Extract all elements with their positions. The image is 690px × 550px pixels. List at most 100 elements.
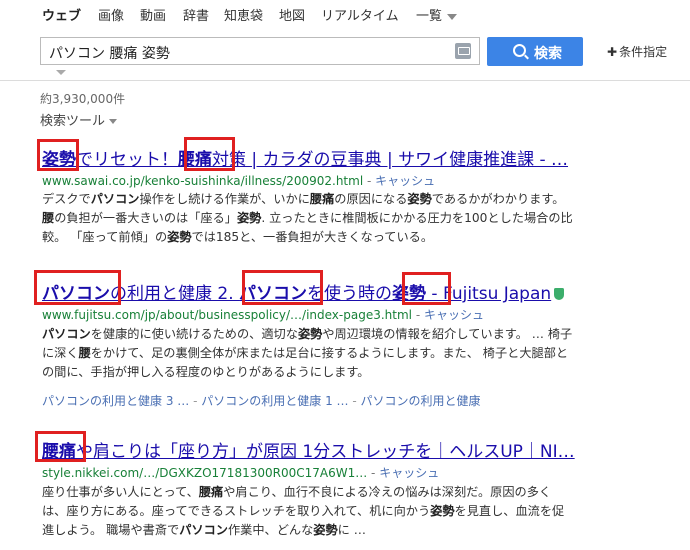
snippet-line: 較。 「座って前傾」の姿勢では185と、一番負担が大きくなっている。 [42,228,622,247]
sublink[interactable]: パソコンの利用と健康 [361,394,481,408]
sublink[interactable]: パソコンの利用と健康 1 … [201,394,348,408]
snippet-text: では185と、一番負担が大きくなっている。 [191,230,434,244]
snippet-text: の間に、手指が押し入る程度のゆとりがあるようにします。 [42,365,370,379]
snippet-text: を見直し、血流を促 [454,504,565,518]
chevron-down-icon [109,119,118,124]
snippet-keyword: パソコン [42,327,91,341]
result-2-url[interactable]: www.fujitsu.com/jp/about/businesspolicy/… [42,308,412,322]
tab-chiebukuro[interactable]: 知恵袋 [224,5,263,24]
tab-images[interactable]: 画像 [98,5,124,24]
tab-video[interactable]: 動画 [140,5,166,24]
snippet-line: デスクでパソコン操作をし続ける作業が、いかに腰痛の原因になる姿勢であるかがわかり… [42,190,622,209]
search-vertical-tabs: ウェブ 画像 動画 辞書 知恵袋 地図 リアルタイム 一覧 [0,0,690,28]
tab-more[interactable]: 一覧 [416,5,458,24]
snippet-keyword: パソコン [179,523,228,537]
highlight-box [35,431,86,462]
snippet-line: 座り仕事が多い人にとって、腰痛や肩こり、血行不良による冷えの悩みは深刻だ。原因の… [42,483,622,502]
snippet-keyword: 姿勢 [237,211,262,225]
snippet-keyword: 腰痛 [309,192,335,206]
snippet-text: . 立ったときに椎間板にかかる圧力を100とした場合の比 [261,211,573,225]
snippet-text: に深く [42,346,79,360]
snippet-keyword: パソコン [90,192,140,206]
snippet-line: に深く腰をかけて、足の裏側全体が床または足台に接するようにします。また、 椅子と… [42,344,622,363]
search-button[interactable]: 検索 [487,37,583,66]
search-input[interactable]: パソコン 腰痛 姿勢 [40,37,480,65]
snippet-text: に … [337,523,366,537]
tab-map[interactable]: 地図 [279,5,305,24]
highlight-box [184,137,235,171]
result-2-snippet: パソコンを健康的に使い続けるための、適切な姿勢や周辺環境の情報を紹介しています。… [42,325,622,382]
result-3-title-part: や肩こりは「座り方」が原因 1分ストレッチを｜ヘルスUP｜NI… [76,442,575,462]
verified-shield-icon [554,288,565,300]
snippet-text: デスクで [42,192,91,206]
result-1-separator: - [367,174,372,188]
snippet-text: であるかがわかります。 [431,192,565,206]
highlight-box [402,272,451,305]
highlight-box [37,139,79,171]
result-2-sublinks: パソコンの利用と健康 3 … - パソコンの利用と健康 1 … - パソコンの利… [42,392,481,409]
result-count: 約3,930,000件 [40,92,126,106]
snippet-text: を健康的に使い続けるための、適切な [90,327,298,341]
snippet-keyword: 姿勢 [407,192,432,206]
snippet-text: 座り仕事が多い人にとって、 [42,485,199,499]
result-2-cache-link[interactable]: キャッシュ [424,308,484,322]
tab-more-label: 一覧 [416,9,443,24]
snippet-keyword: 姿勢 [313,523,338,537]
snippet-keyword: 腰 [42,211,55,225]
search-query-text: パソコン 腰痛 姿勢 [49,46,170,62]
advanced-search-label: 条件指定 [619,45,668,59]
search-button-label: 検索 [534,46,562,62]
keyboard-icon[interactable] [455,43,471,59]
header-divider [0,80,690,81]
snippet-text: 操作をし続ける作業が、いかに [139,192,310,206]
result-3-cache-link[interactable]: キャッシュ [379,466,439,480]
result-3-title[interactable]: 腰痛や肩こりは「座り方」が原因 1分ストレッチを｜ヘルスUP｜NI… [42,437,575,462]
snippet-keyword: 姿勢 [297,327,323,341]
result-2-url-line: www.fujitsu.com/jp/about/businesspolicy/… [42,306,484,323]
result-3-url-line: style.nikkei.com/…/DGXKZO17181300R00C17A… [42,464,439,481]
result-1-title-part: でリセット！ [76,150,178,170]
tab-realtime[interactable]: リアルタイム [321,5,399,24]
result-1-url[interactable]: www.sawai.co.jp/kenko-suishinka/illness/… [42,174,363,188]
plus-icon: ✚ [607,45,618,59]
snippet-text: や周辺環境の情報を紹介しています。 … 椅子 [322,327,573,341]
result-1-url-line: www.sawai.co.jp/kenko-suishinka/illness/… [42,172,435,189]
snippet-text: の負担が一番大きいのは「座る」 [54,211,237,225]
result-1-title[interactable]: 姿勢でリセット！腰痛対策 | カラダの豆事典 | サワイ健康推進課 - … [42,145,568,170]
result-1-title-part: 対策 | カラダの豆事典 | サワイ健康推進課 - … [212,150,569,170]
highlight-box [242,270,323,305]
search-icon [513,44,526,57]
snippet-text: の原因になる [334,192,408,206]
advanced-search-link[interactable]: ✚ 条件指定 [607,43,667,60]
snippet-line: パソコンを健康的に使い続けるための、適切な姿勢や周辺環境の情報を紹介しています。… [42,325,622,344]
snippet-text: は、座り方にある。座ってできるストレッチを取り入れて、机に向かう [42,504,431,518]
result-2-separator: - [415,308,421,322]
suggest-caret-icon[interactable] [56,70,66,75]
result-3-separator: - [371,466,376,480]
snippet-line: 進しよう。 職場や書斎でパソコン作業中、どんな姿勢に … [42,521,622,540]
result-3-url[interactable]: style.nikkei.com/…/DGXKZO17181300R00C17A… [42,466,367,480]
snippet-text: や肩こり、血行不良による冷えの悩みは深刻だ。原因の多く [223,485,552,499]
snippet-keyword: 姿勢 [430,504,455,518]
snippet-line: は、座り方にある。座ってできるストレッチを取り入れて、机に向かう姿勢を見直し、血… [42,502,622,521]
snippet-text: 較。 「座って前傾」の [42,230,168,244]
result-2-title-part: の利用と健康 2. [110,284,240,304]
tab-web[interactable]: ウェブ [42,5,81,24]
sublink-separator: - [193,394,198,408]
snippet-keyword: 姿勢 [167,230,192,244]
sublink[interactable]: パソコンの利用と健康 3 … [42,394,189,408]
chevron-down-icon [447,13,458,20]
sublink-separator: - [352,394,357,408]
snippet-line: 腰の負担が一番大きいのは「座る」姿勢. 立ったときに椎間板にかかる圧力を100と… [42,209,622,228]
result-1-cache-link[interactable]: キャッシュ [375,174,435,188]
snippet-line: の間に、手指が押し入る程度のゆとりがあるようにします。 [42,363,622,382]
snippet-keyword: 腰 [78,346,91,360]
snippet-text: をかけて、足の裏側全体が床または足台に接するようにします。また、 椅子と大腿部と [90,346,569,360]
search-tools-toggle[interactable]: 検索ツール [40,110,118,129]
result-1-snippet: デスクでパソコン操作をし続ける作業が、いかに腰痛の原因になる姿勢であるかがわかり… [42,190,622,247]
snippet-keyword: 腰痛 [198,485,224,499]
snippet-text: 作業中、どんな [227,523,314,537]
tab-dictionary[interactable]: 辞書 [183,5,209,24]
result-3-snippet: 座り仕事が多い人にとって、腰痛や肩こり、血行不良による冷えの悩みは深刻だ。原因の… [42,483,622,540]
search-tools-label: 検索ツール [40,114,106,129]
